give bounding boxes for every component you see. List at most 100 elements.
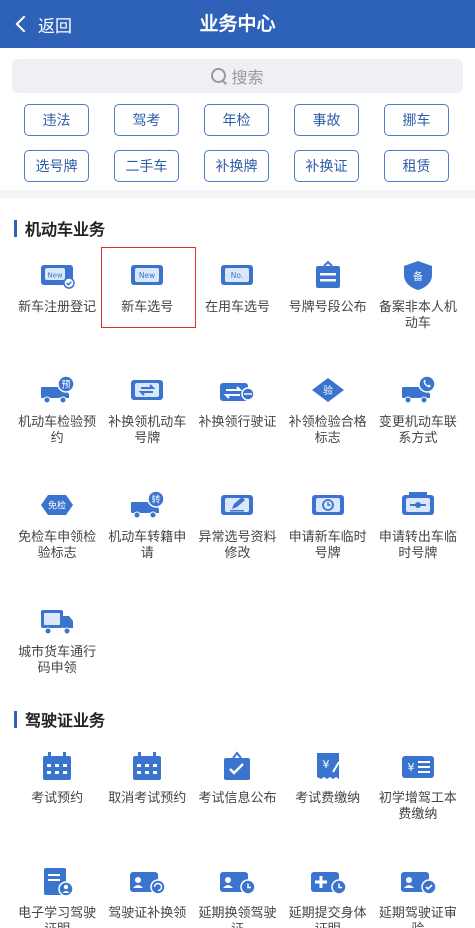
service-item-label: 异常选号资料修改 bbox=[198, 530, 277, 561]
tag-violation[interactable]: 违法 bbox=[24, 104, 89, 136]
tag-replace-plate[interactable]: 补换牌 bbox=[204, 150, 269, 182]
edit-plate-icon bbox=[218, 489, 256, 521]
service-item[interactable]: 驾驶证补换领 bbox=[102, 851, 192, 928]
service-item[interactable]: 申请新车临时号牌 bbox=[283, 475, 373, 590]
new-card-icon: New bbox=[38, 259, 76, 291]
search-placeholder: 搜索 bbox=[231, 68, 264, 87]
service-item[interactable]: 验补领检验合格标志 bbox=[283, 360, 373, 475]
service-item[interactable]: ¥ 考试费缴纳 bbox=[283, 736, 373, 851]
back-button[interactable]: 返回 bbox=[12, 0, 72, 48]
exempt-badge-icon: 免检 bbox=[38, 489, 76, 521]
svg-text:New: New bbox=[47, 272, 63, 280]
service-item[interactable]: 预机动车检验预约 bbox=[12, 360, 102, 475]
svg-text:免检: 免检 bbox=[48, 500, 66, 512]
cargo-truck-icon bbox=[38, 604, 76, 636]
service-item-label: 补领检验合格标志 bbox=[288, 415, 367, 446]
service-item-label: 申请新车临时号牌 bbox=[288, 530, 367, 561]
truck-phone-icon bbox=[399, 374, 437, 406]
license-services-grid: 考试预约 取消考试预约考试信息公布 ¥ 考试费缴纳 ¥ 初学增驾工本费缴纳电子学习驾驶证明… bbox=[12, 736, 463, 928]
service-item-label: 免检车申领检验标志 bbox=[18, 530, 97, 561]
svg-text:备: 备 bbox=[413, 270, 423, 283]
search-input[interactable]: 搜索 bbox=[12, 59, 463, 93]
service-item[interactable]: 号牌号段公布 bbox=[283, 245, 373, 360]
service-item[interactable]: 异常选号资料修改 bbox=[192, 475, 282, 590]
license-exchange-icon bbox=[218, 374, 256, 406]
tag-driving-exam[interactable]: 驾考 bbox=[114, 104, 179, 136]
e-learning-icon bbox=[38, 865, 76, 897]
service-item[interactable]: 转机动车转籍申请 bbox=[102, 475, 192, 590]
quick-tags: 违法 驾考 年检 事故 挪车 选号牌 二手车 补换牌 补换证 租赁 bbox=[24, 104, 464, 182]
service-item-label: 申请转出车临时号牌 bbox=[378, 530, 457, 561]
svg-text:New: New bbox=[139, 271, 155, 280]
license-renew-icon bbox=[128, 865, 167, 897]
service-item[interactable]: 延期换领驾驶证 bbox=[192, 851, 282, 928]
svg-text:预: 预 bbox=[62, 380, 71, 391]
temp-plate-out-icon bbox=[399, 489, 437, 521]
service-item[interactable]: 补换领机动车号牌 bbox=[102, 360, 192, 475]
new-plate-icon: New bbox=[128, 259, 166, 291]
fee-card-icon: ¥ bbox=[399, 750, 437, 782]
inspection-badge-icon: 验 bbox=[309, 374, 347, 406]
section-bar bbox=[14, 219, 17, 237]
tag-replace-license[interactable]: 补换证 bbox=[294, 150, 359, 182]
calendar-icon bbox=[38, 750, 76, 782]
svg-text:¥: ¥ bbox=[407, 761, 414, 774]
service-item-label: 备案非本人机动车 bbox=[378, 300, 457, 331]
service-item-label: 初学增驾工本费缴纳 bbox=[378, 791, 457, 822]
service-item-label: 延期提交身体证明 bbox=[288, 906, 367, 928]
service-item[interactable]: 免检免检车申领检验标志 bbox=[12, 475, 102, 590]
search-icon bbox=[211, 68, 227, 84]
service-item[interactable]: 取消考试预约 bbox=[102, 736, 192, 851]
service-item[interactable]: 备备案非本人机动车 bbox=[373, 245, 463, 360]
service-item-label: 在用车选号 bbox=[204, 300, 270, 315]
announcement-icon bbox=[309, 259, 347, 291]
exam-info-icon bbox=[218, 750, 256, 782]
tag-annual-inspection[interactable]: 年检 bbox=[204, 104, 269, 136]
back-label: 返回 bbox=[38, 16, 72, 37]
health-proof-icon bbox=[309, 865, 347, 897]
tag-move-car[interactable]: 挪车 bbox=[384, 104, 449, 136]
service-item-label: 考试信息公布 bbox=[198, 791, 277, 806]
license-audit-icon bbox=[399, 865, 437, 897]
app-header: 返回 业务中心 bbox=[0, 0, 475, 48]
service-item-label: 新车注册登记 bbox=[18, 300, 97, 315]
service-item[interactable]: No. 在用车选号 bbox=[192, 245, 282, 360]
truck-booking-icon: 预 bbox=[38, 374, 76, 406]
section-divider bbox=[0, 190, 475, 198]
section-title-vehicle: 机动车业务 bbox=[14, 216, 105, 240]
service-item-label: 变更机动车联系方式 bbox=[378, 415, 457, 446]
service-item-label: 考试费缴纳 bbox=[295, 791, 361, 806]
record-shield-icon: 备 bbox=[399, 259, 437, 291]
service-item[interactable]: 补换领行驶证 bbox=[192, 360, 282, 475]
svg-text:¥: ¥ bbox=[322, 758, 329, 771]
service-item-label: 补换领行驶证 bbox=[198, 415, 277, 430]
service-item-label: 号牌号段公布 bbox=[288, 300, 367, 315]
section-title-license: 驾驶证业务 bbox=[14, 707, 105, 731]
service-item[interactable]: 城市货车通行码申领 bbox=[12, 590, 102, 705]
service-item-label: 机动车转籍申请 bbox=[108, 530, 187, 561]
service-item[interactable]: 电子学习驾驶证明 bbox=[12, 851, 102, 928]
service-item[interactable]: 延期驾驶证审验 bbox=[373, 851, 463, 928]
no-plate-icon: No. bbox=[218, 259, 256, 291]
service-item[interactable]: ¥ 初学增驾工本费缴纳 bbox=[373, 736, 463, 851]
tag-select-plate[interactable]: 选号牌 bbox=[24, 150, 89, 182]
service-item[interactable]: New 新车选号 bbox=[101, 245, 197, 360]
service-item[interactable]: 变更机动车联系方式 bbox=[373, 360, 463, 475]
service-item-label: 延期驾驶证审验 bbox=[378, 906, 457, 928]
temp-plate-icon bbox=[309, 489, 347, 521]
service-item[interactable]: 考试信息公布 bbox=[192, 736, 282, 851]
service-item-label: 驾驶证补换领 bbox=[108, 906, 187, 921]
service-item-label: 城市货车通行码申领 bbox=[18, 645, 97, 676]
vehicle-services-grid: New 新车注册登记 New 新车选号 No. 在用车选号 号牌号段公布备备案非本人机动车预… bbox=[12, 245, 463, 705]
service-item-label: 机动车检验预约 bbox=[18, 415, 97, 446]
service-item[interactable]: 考试预约 bbox=[12, 736, 102, 851]
service-item[interactable]: 申请转出车临时号牌 bbox=[373, 475, 463, 590]
service-item-label: 考试预约 bbox=[31, 791, 84, 806]
tag-used-car[interactable]: 二手车 bbox=[114, 150, 179, 182]
service-item[interactable]: New 新车注册登记 bbox=[12, 245, 102, 360]
service-item-label: 延期换领驾驶证 bbox=[198, 906, 277, 928]
svg-text:转: 转 bbox=[152, 494, 161, 506]
tag-accident[interactable]: 事故 bbox=[294, 104, 359, 136]
tag-rental[interactable]: 租赁 bbox=[384, 150, 449, 182]
service-item[interactable]: 延期提交身体证明 bbox=[283, 851, 373, 928]
